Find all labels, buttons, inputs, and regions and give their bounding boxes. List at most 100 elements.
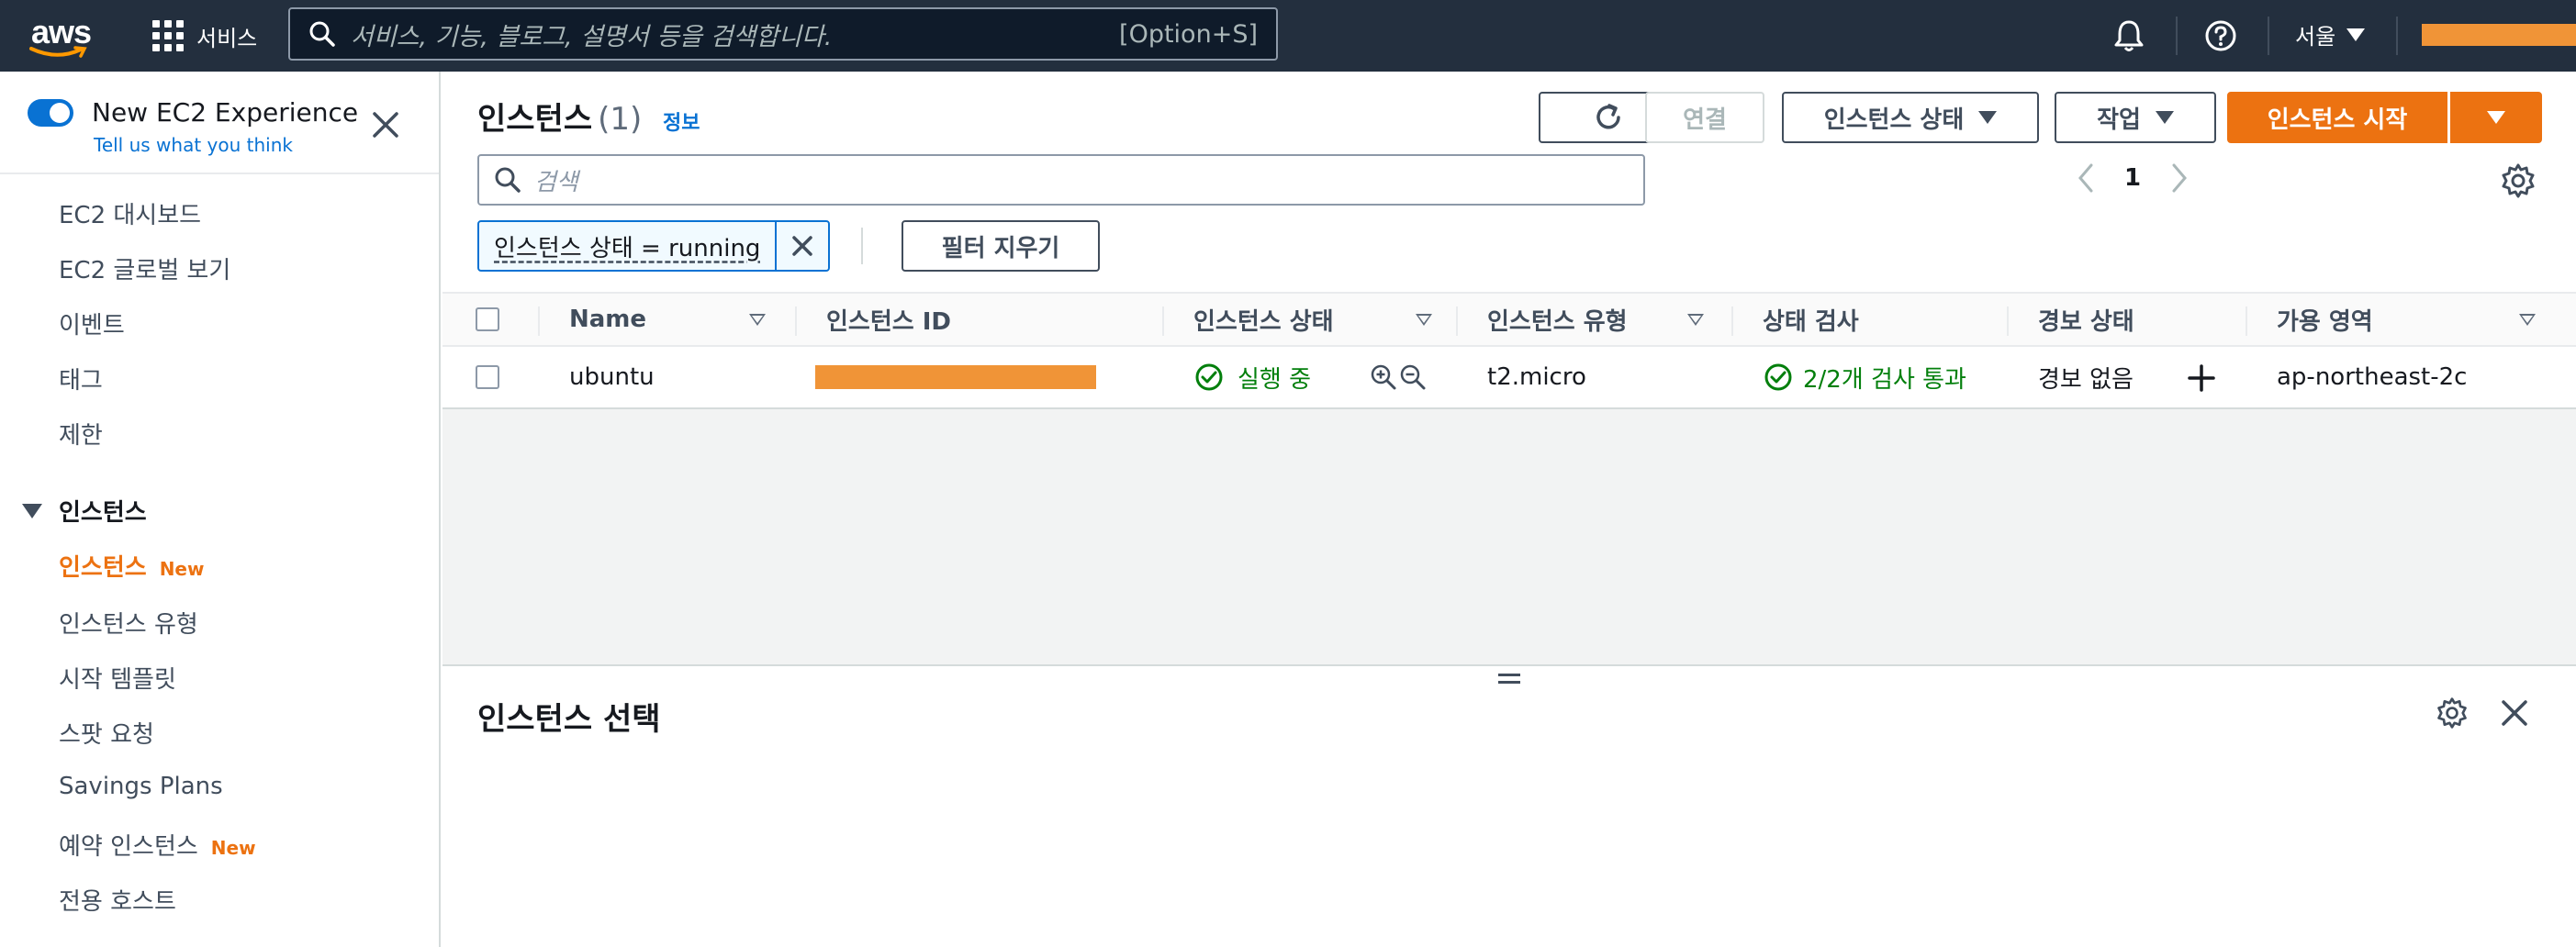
services-label: 서비스: [196, 25, 258, 51]
status-check-text: 2/2개 검사 통과: [1803, 365, 1966, 394]
launch-dropdown-button[interactable]: [2450, 92, 2542, 143]
sort-icon[interactable]: [1416, 294, 1432, 345]
global-search-input[interactable]: 서비스, 기능, 블로그, 설명서 등을 검색합니다. [Option+S]: [288, 7, 1278, 61]
page-title-text: 인스턴스: [477, 101, 593, 138]
sidebar-item-global-view[interactable]: EC2 글로벌 보기: [59, 251, 230, 285]
actions-button[interactable]: 작업: [2055, 92, 2216, 143]
clear-filters-label: 필터 지우기: [941, 234, 1060, 262]
add-alarm-plus-icon[interactable]: [2187, 363, 2216, 393]
sidebar-section-instances[interactable]: 인스턴스: [22, 494, 147, 528]
column-divider: [1162, 306, 1164, 336]
aws-smile-icon: [29, 46, 87, 58]
column-header-label: 상태 검사: [1763, 307, 1859, 336]
chevron-right-icon[interactable]: [2165, 160, 2192, 196]
help-icon[interactable]: [2203, 18, 2238, 53]
notifications-bell-icon[interactable]: [2111, 18, 2146, 53]
sidebar-item-label: 인스턴스: [59, 554, 147, 582]
search-placeholder: 검색: [534, 168, 578, 196]
panel-resize-handle[interactable]: [1498, 674, 1520, 688]
zoom-in-icon[interactable]: [1370, 363, 1397, 391]
column-header-name[interactable]: Name: [569, 294, 646, 345]
instance-detail-panel: 인스턴스 선택: [442, 664, 2576, 947]
new-experience-toggle[interactable]: [28, 98, 73, 127]
sidebar-item-tags[interactable]: 태그: [59, 362, 103, 396]
cell-name: ubuntu: [569, 347, 655, 407]
sidebar-item-savings-plans[interactable]: Savings Plans: [59, 773, 223, 800]
table-header: Name 인스턴스 ID 인스턴스 상태 인스턴스 유형 상태 검사 경보 상태…: [442, 292, 2576, 347]
instance-state-label: 인스턴스 상태: [1823, 106, 1965, 134]
services-menu-button[interactable]: 서비스: [152, 17, 257, 55]
region-label: 서울: [2295, 24, 2336, 50]
column-header-instance-type[interactable]: 인스턴스 유형: [1487, 294, 1628, 345]
column-header-instance-id[interactable]: 인스턴스 ID: [826, 294, 951, 345]
sidebar-item-launch-templates[interactable]: 시작 템플릿: [59, 661, 176, 695]
sidebar-item-instance-types[interactable]: 인스턴스 유형: [59, 606, 198, 640]
cell-availability-zone: ap-northeast-2c: [2277, 347, 2467, 407]
column-header-label: Name: [569, 306, 647, 333]
sidebar-item-ec2-dashboard[interactable]: EC2 대시보드: [59, 196, 201, 230]
row-checkbox-cell: [476, 347, 499, 407]
cell-instance-id[interactable]: [815, 347, 1096, 407]
aws-logo[interactable]: aws: [28, 11, 95, 61]
sidebar-item-reserved-instances[interactable]: 예약 인스턴스 New: [59, 828, 256, 862]
info-link[interactable]: 정보: [663, 106, 700, 136]
instance-state-button[interactable]: 인스턴스 상태: [1782, 92, 2039, 143]
column-header-instance-state[interactable]: 인스턴스 상태: [1193, 294, 1334, 345]
nav-divider: [2268, 17, 2269, 55]
close-panel-icon[interactable]: [2499, 697, 2530, 729]
clear-filters-button[interactable]: 필터 지우기: [902, 220, 1100, 272]
launch-label: 인스턴스 시작: [2267, 106, 2408, 134]
search-icon: [309, 21, 335, 47]
instance-search-input[interactable]: 검색: [477, 154, 1645, 206]
column-header-availability-zone[interactable]: 가용 영역: [2277, 294, 2373, 345]
instance-name: ubuntu: [569, 363, 655, 391]
check-circle-icon: [1195, 363, 1223, 391]
chevron-left-icon[interactable]: [2073, 160, 2100, 196]
sidebar-item-instances[interactable]: 인스턴스 New: [59, 549, 204, 583]
instance-id-redacted[interactable]: [815, 365, 1096, 389]
sort-icon[interactable]: [1687, 294, 1704, 345]
sidebar-item-dedicated-hosts[interactable]: 전용 호스트: [59, 883, 176, 917]
sidebar-item-limits[interactable]: 제한: [59, 417, 103, 451]
row-select-checkbox[interactable]: [476, 365, 499, 389]
sidebar-item-events[interactable]: 이벤트: [59, 306, 125, 340]
filter-token-label[interactable]: 인스턴스 상태 = running: [479, 222, 778, 270]
column-header-status-check[interactable]: 상태 검사: [1763, 294, 1859, 345]
column-header-label: 가용 영역: [2277, 307, 2373, 336]
column-header-alarm-status[interactable]: 경보 상태: [2038, 294, 2134, 345]
app-grid-icon: [152, 20, 184, 51]
sidebar-item-spot-requests[interactable]: 스팟 요청: [59, 716, 154, 750]
check-circle-icon: [1764, 363, 1792, 391]
column-header-label: 경보 상태: [2038, 307, 2134, 336]
caret-down-icon: [2155, 111, 2174, 124]
remove-filter-button[interactable]: [777, 222, 828, 270]
refresh-icon: [1596, 104, 1620, 129]
connect-label: 연결: [1683, 106, 1727, 134]
cell-status-check[interactable]: 2/2개 검사 통과: [1763, 347, 1966, 407]
sidebar-divider: [0, 173, 439, 174]
sort-icon[interactable]: [749, 294, 766, 345]
detail-settings-gear-icon[interactable]: [2435, 696, 2470, 730]
zoom-out-icon[interactable]: [1399, 363, 1427, 391]
table-row[interactable]: ubuntu 실행 중 t2.micro 2/2개 검사 통과 경보 없음 ap…: [442, 347, 2576, 407]
new-experience-label: New EC2 Experience: [92, 97, 359, 128]
sort-icon[interactable]: [2519, 294, 2536, 345]
select-all-checkbox[interactable]: [476, 307, 499, 331]
alarm-status-text: 경보 없음: [2038, 365, 2134, 394]
connect-button[interactable]: 연결: [1645, 92, 1764, 143]
actions-label: 작업: [2097, 106, 2141, 134]
instance-type-text: t2.micro: [1487, 363, 1586, 391]
column-divider: [538, 306, 540, 336]
account-menu-redacted[interactable]: [2422, 24, 2576, 46]
column-header-label: 인스턴스 ID: [826, 307, 951, 336]
table-settings-gear-icon[interactable]: [2499, 162, 2537, 200]
close-sidebar-icon[interactable]: [367, 106, 404, 143]
nav-divider: [2176, 17, 2178, 55]
region-selector[interactable]: 서울: [2295, 18, 2366, 50]
column-header-label: 인스턴스 유형: [1487, 307, 1628, 336]
current-page-number[interactable]: 1: [2124, 164, 2141, 192]
feedback-link[interactable]: Tell us what you think: [94, 134, 293, 156]
instance-count: (1): [598, 101, 643, 138]
instances-panel: 인스턴스 (1) 정보 연결 인스턴스 상태 작업 인스턴스 시작 검색 1 인…: [442, 72, 2576, 409]
launch-instances-button[interactable]: 인스턴스 시작: [2227, 92, 2447, 143]
